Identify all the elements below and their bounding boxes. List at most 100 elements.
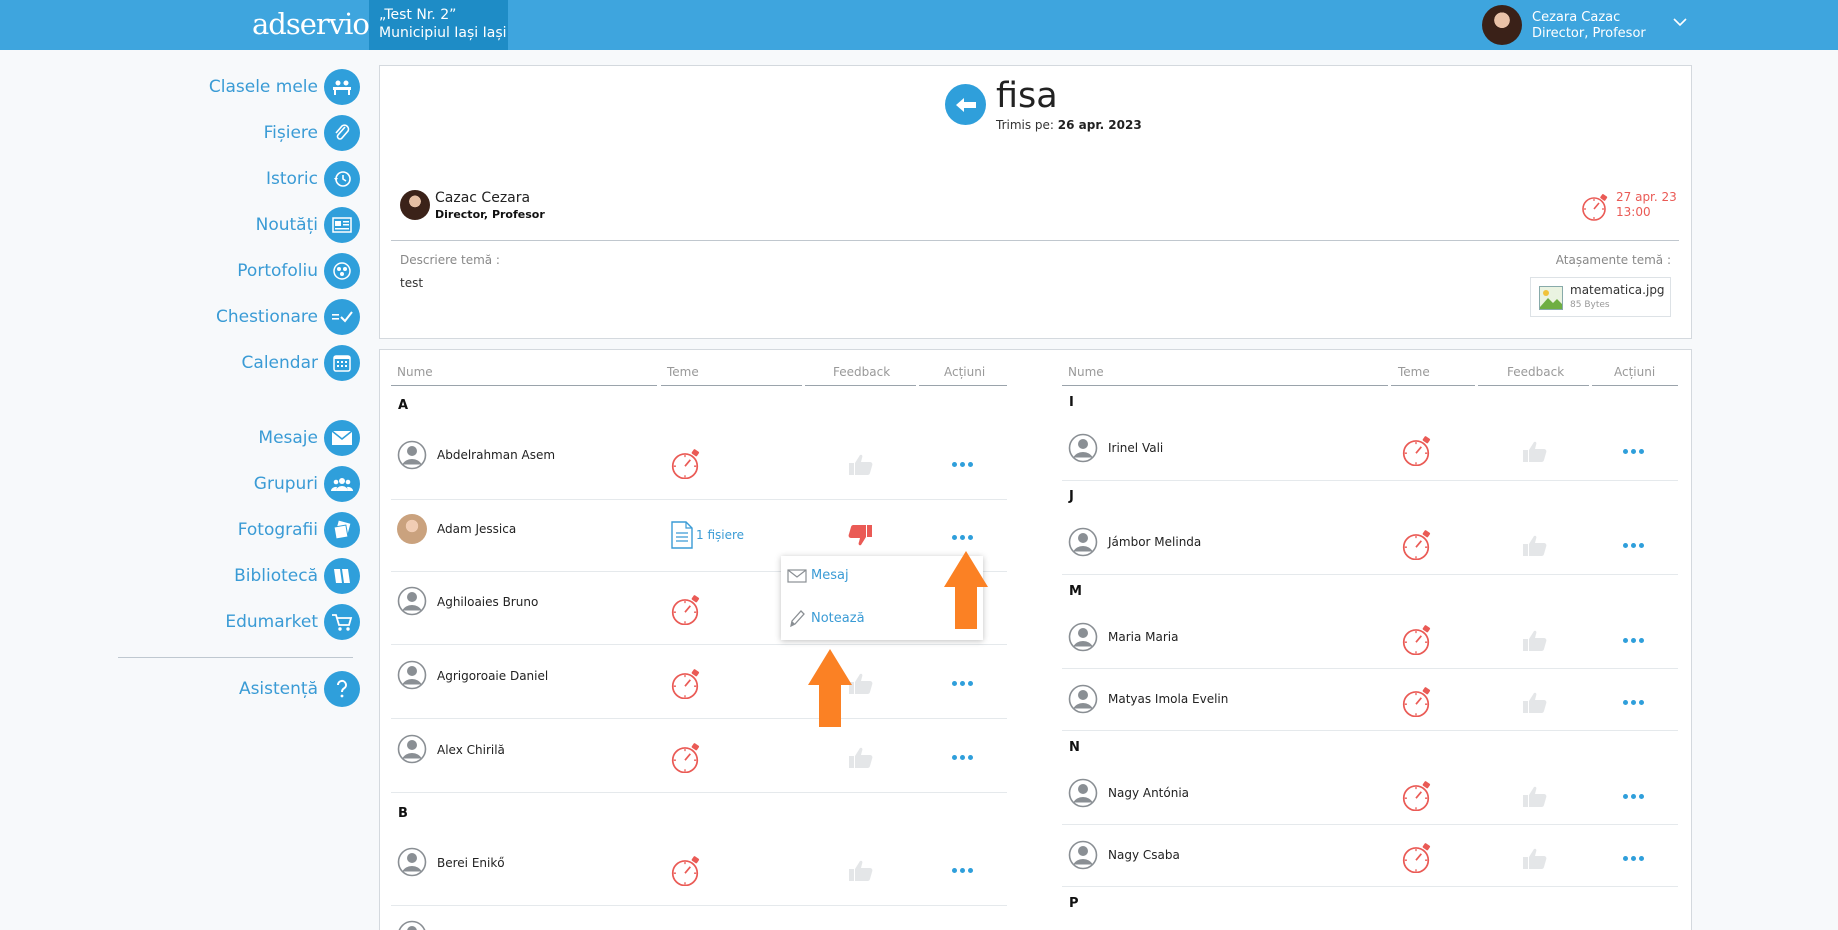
student-name[interactable]: Jámbor Melinda: [1108, 535, 1201, 549]
row-divider: [1062, 824, 1678, 825]
student-name[interactable]: Irinel Vali: [1108, 441, 1163, 455]
actions-button[interactable]: [952, 681, 973, 686]
column-header-actions: Acțiuni: [944, 365, 986, 379]
arrow-left-icon: [955, 97, 976, 112]
header-underline: [919, 385, 1007, 386]
sidebar-item-portfolio[interactable]: Portofoliu: [237, 252, 360, 290]
header-underline: [805, 385, 916, 386]
sidebar-item-label: Fișiere: [263, 123, 318, 143]
sidebar-item-label: Portofoliu: [237, 261, 318, 281]
logo[interactable]: adservio: [252, 7, 370, 41]
sidebar-item-news[interactable]: Noutăți: [256, 206, 360, 244]
sidebar-item-label: Asistență: [238, 679, 318, 699]
sidebar-item-questionnaires[interactable]: Chestionare: [216, 298, 360, 336]
actions-button[interactable]: [952, 755, 973, 760]
sidebar-item-label: Calendar: [241, 353, 318, 373]
stopwatch-icon: [671, 447, 701, 479]
sidebar-item-label: Mesaje: [258, 428, 318, 448]
students-panel: [379, 349, 1692, 930]
avatar: [397, 440, 427, 470]
chevron-down-icon[interactable]: [1672, 16, 1688, 28]
like-icon[interactable]: [1521, 784, 1549, 808]
attachment-file[interactable]: matematica.jpg 85 Bytes: [1530, 277, 1671, 317]
actions-button[interactable]: [952, 868, 973, 873]
sidebar-item-messages[interactable]: Mesaje: [258, 419, 360, 457]
like-icon[interactable]: [1521, 533, 1549, 557]
group-letter: M: [1069, 584, 1082, 599]
actions-button[interactable]: [1623, 638, 1644, 643]
like-icon[interactable]: [1521, 439, 1549, 463]
image-file-icon: [1539, 286, 1563, 310]
sidebar-item-files[interactable]: Fișiere: [264, 114, 360, 152]
menu-item-grade[interactable]: Notează: [787, 608, 865, 628]
user-role: Director, Profesor: [1532, 26, 1646, 41]
student-name[interactable]: Alex Chirilă: [437, 743, 505, 757]
deadline-time: 13:00: [1616, 205, 1651, 219]
history-icon: [324, 161, 360, 197]
avatar: [397, 734, 427, 764]
deadline-date: 27 apr. 23: [1616, 190, 1677, 204]
sidebar-item-calendar[interactable]: Calendar: [242, 344, 360, 382]
menu-item-label: Notează: [811, 610, 865, 626]
highlight-arrow-icon: [944, 551, 988, 629]
like-icon[interactable]: [847, 452, 875, 476]
sidebar-item-label: Noutăți: [255, 215, 318, 235]
student-name[interactable]: Maria Maria: [1108, 630, 1178, 644]
sidebar-item-photos[interactable]: Fotografii: [238, 511, 360, 549]
classes-icon: [324, 69, 360, 105]
sent-info: Trimis pe: 26 apr. 2023: [996, 118, 1142, 132]
sidebar-item-library[interactable]: Bibliotecă: [234, 557, 360, 595]
like-icon[interactable]: [1521, 846, 1549, 870]
dislike-icon[interactable]: [846, 522, 874, 548]
sidebar-item-groups[interactable]: Grupuri: [254, 465, 360, 503]
back-button[interactable]: [945, 84, 986, 125]
pencil-icon: [790, 610, 805, 628]
menu-item-message[interactable]: Mesaj: [787, 568, 849, 583]
student-name[interactable]: Agrigoroaie Daniel: [437, 669, 548, 683]
stopwatch-icon: [671, 741, 701, 773]
attachment-name: matematica.jpg: [1570, 283, 1665, 297]
submitted-files-link[interactable]: 1 fișiere: [671, 521, 744, 549]
sidebar-item-history[interactable]: Istoric: [266, 160, 360, 198]
column-header-assignments: Teme: [667, 365, 699, 379]
student-name[interactable]: Nagy Antónia: [1108, 786, 1189, 800]
sent-label: Trimis pe:: [996, 118, 1054, 132]
row-divider: [391, 644, 1007, 645]
questionnaire-icon: [324, 299, 360, 335]
actions-button[interactable]: [1623, 700, 1644, 705]
sidebar-item-label: Istoric: [266, 169, 318, 189]
student-name[interactable]: Berei Enikő: [437, 856, 505, 870]
actions-button[interactable]: [1623, 856, 1644, 861]
sent-date: 26 apr. 2023: [1057, 118, 1142, 132]
group-letter: B: [398, 806, 408, 821]
student-name[interactable]: Adam Jessica: [437, 522, 516, 536]
stopwatch-icon: [671, 854, 701, 886]
photos-icon: [324, 512, 360, 548]
student-name[interactable]: Matyas Imola Evelin: [1108, 692, 1228, 706]
actions-button[interactable]: [952, 535, 973, 540]
actions-button[interactable]: [1623, 543, 1644, 548]
student-name[interactable]: Aghiloaies Bruno: [437, 595, 538, 609]
like-icon[interactable]: [1521, 628, 1549, 652]
highlight-arrow-icon: [808, 649, 852, 727]
user-avatar[interactable]: [1482, 5, 1522, 45]
user-menu[interactable]: Cezara Cazac Director, Profesor: [1532, 10, 1646, 42]
like-icon[interactable]: [1521, 690, 1549, 714]
sidebar-item-classes[interactable]: Clasele mele: [209, 68, 360, 106]
student-name[interactable]: Nagy Csaba: [1108, 848, 1180, 862]
school-selector[interactable]: „Test Nr. 2” Municipiul Iași Iași: [369, 0, 508, 50]
sidebar-item-help[interactable]: Asistență: [239, 670, 360, 708]
sidebar-item-edumarket[interactable]: Edumarket: [225, 603, 360, 641]
like-icon[interactable]: [847, 745, 875, 769]
stopwatch-icon: [1402, 685, 1432, 717]
page-title: fisa: [996, 76, 1058, 116]
actions-button[interactable]: [1623, 794, 1644, 799]
header-underline: [1391, 385, 1475, 386]
student-name[interactable]: Abdelrahman Asem: [437, 448, 555, 462]
row-divider: [391, 499, 1007, 500]
like-icon[interactable]: [847, 858, 875, 882]
actions-button[interactable]: [1623, 449, 1644, 454]
stopwatch-icon: [1582, 194, 1608, 221]
avatar: [1068, 684, 1098, 714]
actions-button[interactable]: [952, 462, 973, 467]
